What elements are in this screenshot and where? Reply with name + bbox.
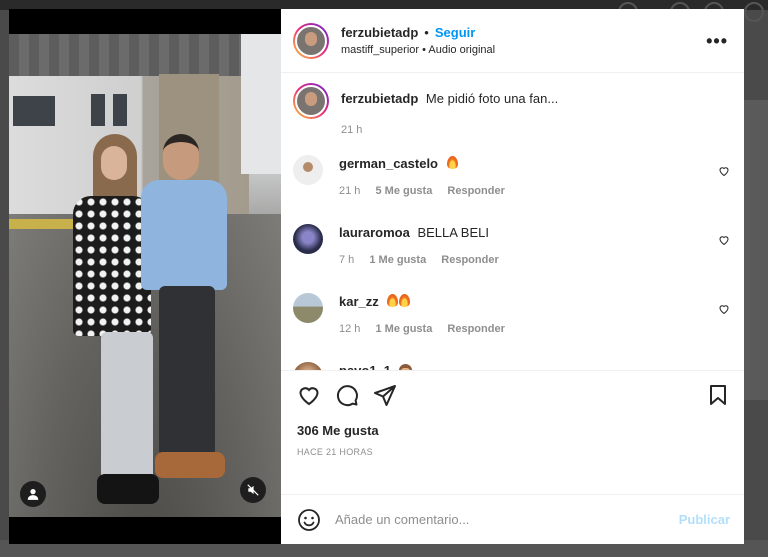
like-heart-icon[interactable] bbox=[297, 383, 321, 407]
publish-button[interactable]: Publicar bbox=[679, 512, 730, 527]
caption-time[interactable]: 21 h bbox=[341, 124, 362, 136]
commenter-avatar[interactable] bbox=[293, 362, 323, 370]
comment-row: lauraromoa BELLA BELI 7 h 1 Me gusta Res… bbox=[293, 224, 732, 266]
tagged-user-button[interactable] bbox=[20, 481, 46, 507]
post-modal: ferzubietadp • Seguir mastiff_superior •… bbox=[9, 9, 744, 544]
comment-likes[interactable]: 1 Me gusta bbox=[369, 254, 426, 266]
author-username[interactable]: ferzubietadp bbox=[341, 25, 418, 40]
more-horizontal-icon: ••• bbox=[706, 31, 728, 51]
comment-row: kar_zz 12 h 1 Me gusta Responder bbox=[293, 293, 732, 335]
comment-username[interactable]: kar_zz bbox=[339, 294, 379, 309]
mute-button[interactable] bbox=[240, 477, 266, 503]
sky bbox=[241, 34, 281, 174]
comment-time[interactable]: 7 h bbox=[339, 254, 354, 266]
author-avatar[interactable] bbox=[293, 22, 329, 59]
caption-username[interactable]: ferzubietadp bbox=[341, 91, 418, 106]
audio-info[interactable]: mastiff_superior • Audio original bbox=[341, 44, 495, 56]
post-photo[interactable] bbox=[9, 34, 281, 517]
comment-username[interactable]: german_castelo bbox=[339, 156, 438, 171]
fire-emoji-icon bbox=[446, 156, 458, 169]
yellow-curb bbox=[9, 219, 79, 229]
comment-icon[interactable] bbox=[335, 383, 359, 407]
comment-input[interactable]: Añade un comentario... bbox=[335, 512, 679, 527]
man-figure bbox=[135, 134, 235, 514]
comments-list[interactable]: ferzubietadp Me pidió foto una fan... 21… bbox=[281, 73, 744, 370]
save-button[interactable] bbox=[706, 383, 730, 412]
separator-dot: • bbox=[424, 25, 429, 40]
muted-speaker-icon bbox=[247, 484, 259, 496]
user-icon bbox=[27, 489, 39, 500]
commenter-avatar[interactable] bbox=[293, 155, 323, 185]
bg-tile bbox=[744, 100, 768, 400]
comment-time[interactable]: 21 h bbox=[339, 185, 360, 197]
comment-likes[interactable]: 1 Me gusta bbox=[375, 323, 432, 335]
post-media[interactable] bbox=[9, 9, 281, 544]
like-comment-heart-icon[interactable] bbox=[718, 303, 730, 315]
commenter-avatar[interactable] bbox=[293, 224, 323, 254]
reply-button[interactable]: Responder bbox=[447, 185, 504, 197]
fire-emoji-icon bbox=[399, 294, 411, 307]
post-actions: 306 Me gusta HACE 21 HORAS bbox=[281, 370, 744, 494]
comment-text: BELLA BELI bbox=[417, 225, 489, 240]
post-side-panel: ferzubietadp • Seguir mastiff_superior •… bbox=[281, 9, 744, 544]
fire-emoji-icon bbox=[387, 294, 399, 307]
post-timestamp[interactable]: HACE 21 HORAS bbox=[297, 447, 373, 457]
reply-button[interactable]: Responder bbox=[447, 323, 504, 335]
bookmark-icon bbox=[710, 385, 726, 405]
share-icon[interactable] bbox=[373, 383, 397, 407]
caption-row: ferzubietadp Me pidió foto una fan... 21… bbox=[293, 83, 732, 136]
commenter-avatar[interactable] bbox=[293, 293, 323, 323]
emoji-smiley-icon[interactable] bbox=[297, 508, 321, 532]
comment-time[interactable]: 12 h bbox=[339, 323, 360, 335]
like-comment-heart-icon[interactable] bbox=[718, 234, 730, 246]
comment-username[interactable]: lauraromoa bbox=[339, 225, 410, 240]
more-options-button[interactable]: ••• bbox=[706, 31, 728, 52]
comment-username[interactable]: pavo1_1 bbox=[339, 363, 391, 370]
comment-row: german_castelo 21 h 5 Me gusta Responder bbox=[293, 155, 732, 197]
caption-text: Me pidió foto una fan... bbox=[425, 91, 559, 106]
add-comment-bar: Añade un comentario... Publicar bbox=[281, 494, 744, 544]
likes-count[interactable]: 306 Me gusta bbox=[297, 423, 379, 438]
reply-button[interactable]: Responder bbox=[441, 254, 498, 266]
follow-button[interactable]: Seguir bbox=[435, 25, 475, 40]
comment-likes[interactable]: 5 Me gusta bbox=[375, 185, 432, 197]
caption-author-avatar[interactable] bbox=[293, 83, 329, 119]
comment-row: pavo1_1 bbox=[293, 362, 732, 370]
like-comment-heart-icon[interactable] bbox=[718, 165, 730, 177]
post-header: ferzubietadp • Seguir mastiff_superior •… bbox=[281, 9, 744, 73]
bg-heart-icon bbox=[744, 2, 764, 22]
